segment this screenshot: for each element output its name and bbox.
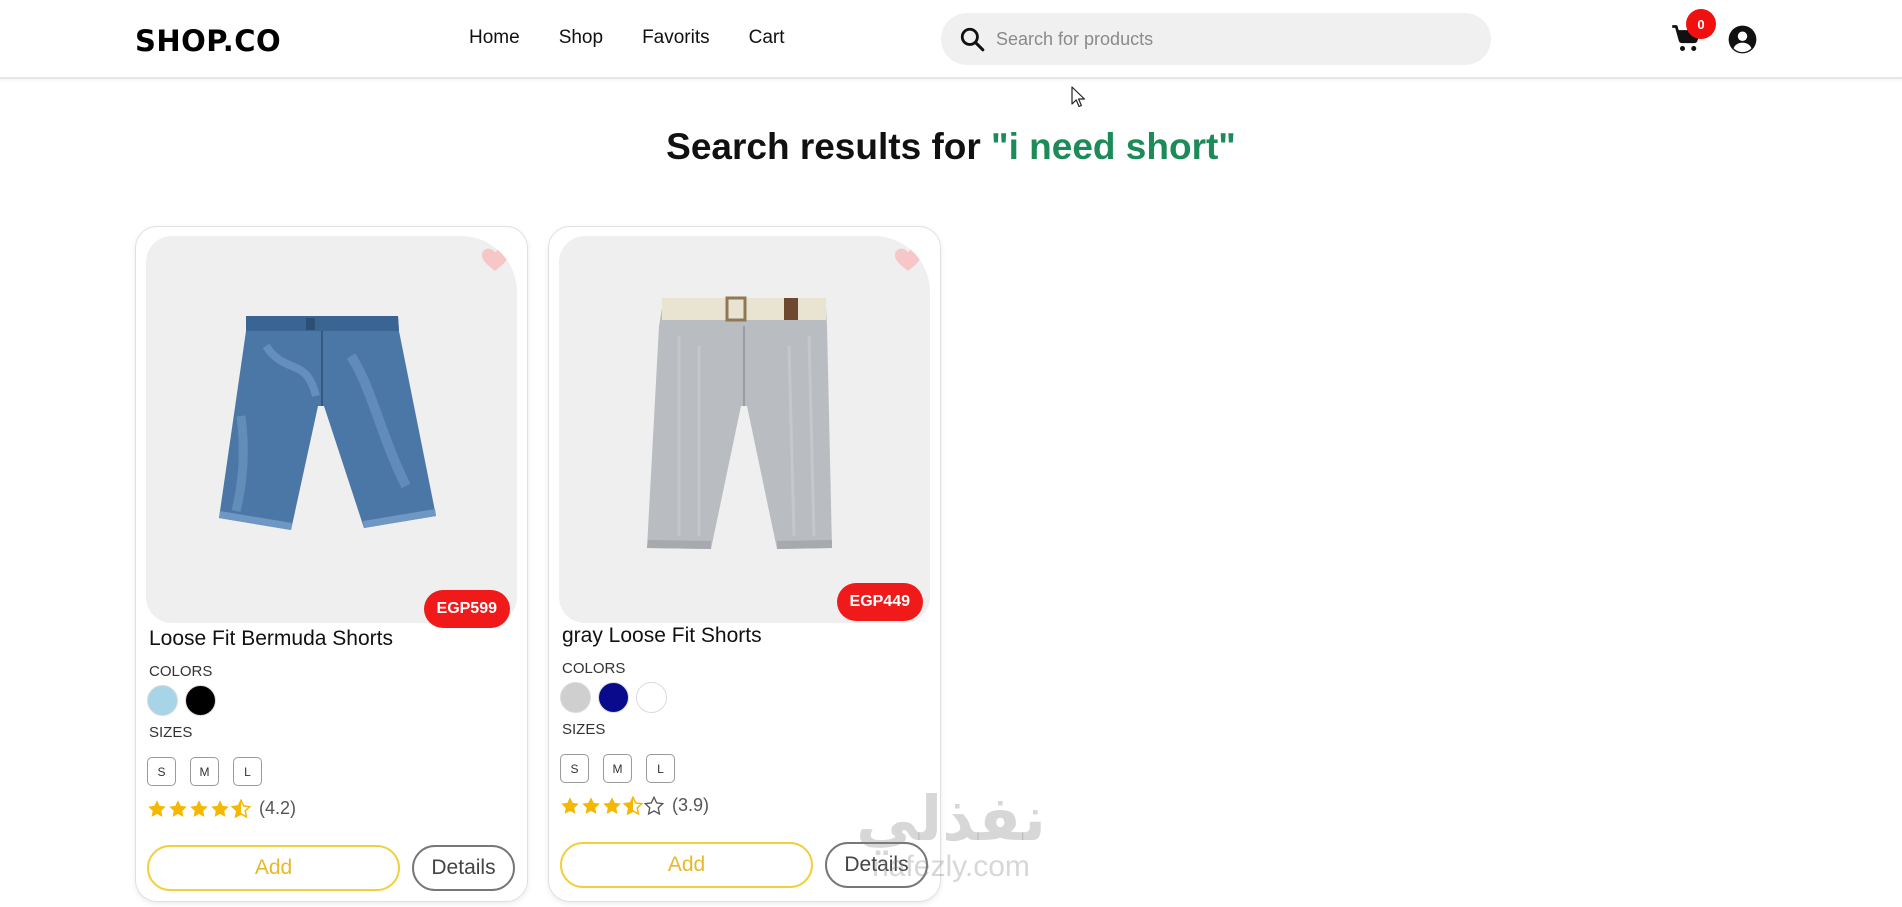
- colors-label: COLORS: [562, 660, 626, 677]
- logo[interactable]: SHOP.CO: [135, 24, 281, 58]
- product-card: EGP599 Loose Fit Bermuda Shorts COLORS S…: [135, 226, 528, 902]
- size-option-l[interactable]: L: [646, 754, 675, 783]
- size-option-l[interactable]: L: [233, 757, 262, 786]
- color-swatch-navy[interactable]: [598, 682, 629, 713]
- main-nav: Home Shop Favorits Cart: [469, 27, 824, 49]
- favorite-heart-icon[interactable]: [895, 248, 921, 272]
- add-to-cart-button[interactable]: Add: [147, 845, 400, 891]
- top-navbar: SHOP.CO Home Shop Favorits Cart 0: [0, 0, 1902, 79]
- product-name[interactable]: gray Loose Fit Shorts: [562, 624, 762, 648]
- add-to-cart-button[interactable]: Add: [560, 842, 813, 888]
- star-full-icon: [561, 796, 579, 814]
- size-options: S M L: [560, 754, 675, 783]
- color-swatch-gray[interactable]: [560, 682, 591, 713]
- price-badge: EGP449: [836, 583, 923, 621]
- details-button[interactable]: Details: [825, 842, 928, 888]
- color-swatches: [560, 682, 667, 713]
- search-results-heading: Search results for "i need short": [0, 126, 1902, 168]
- favorite-heart-icon[interactable]: [482, 248, 508, 272]
- denim-shorts-image: [219, 316, 436, 530]
- rating-value: (3.9): [672, 795, 710, 815]
- star-rating: (3.9): [560, 795, 709, 816]
- color-swatch-white[interactable]: [636, 682, 667, 713]
- results-prefix: Search results for: [666, 126, 992, 167]
- star-full-icon: [148, 799, 166, 817]
- product-name[interactable]: Loose Fit Bermuda Shorts: [149, 627, 393, 651]
- sizes-label: SIZES: [149, 724, 193, 741]
- search-query: "i need short": [991, 126, 1236, 167]
- star-empty-icon: [644, 795, 664, 815]
- nav-link-cart[interactable]: Cart: [749, 27, 785, 49]
- search-bar: [941, 13, 1491, 65]
- sizes-label: SIZES: [562, 721, 606, 738]
- nav-link-home[interactable]: Home: [469, 27, 520, 49]
- size-option-m[interactable]: M: [603, 754, 632, 783]
- search-input[interactable]: [996, 21, 1466, 57]
- star-half-icon: [623, 795, 643, 815]
- color-swatches: [147, 685, 216, 716]
- cart-count-badge: 0: [1686, 9, 1716, 39]
- product-card: EGP449 gray Loose Fit Shorts COLORS SIZE…: [548, 226, 941, 902]
- star-rating: (4.2): [147, 798, 296, 819]
- account-circle-icon[interactable]: [1728, 25, 1757, 54]
- star-full-icon: [603, 796, 621, 814]
- nav-link-shop[interactable]: Shop: [559, 27, 603, 49]
- nav-link-favorites[interactable]: Favorits: [642, 27, 710, 49]
- size-option-s[interactable]: S: [560, 754, 589, 783]
- star-half-icon: [231, 798, 251, 818]
- color-swatch-light-blue[interactable]: [147, 685, 178, 716]
- product-image[interactable]: [559, 236, 930, 623]
- details-button[interactable]: Details: [412, 845, 515, 891]
- size-option-m[interactable]: M: [190, 757, 219, 786]
- size-option-s[interactable]: S: [147, 757, 176, 786]
- price-badge: EGP599: [423, 590, 510, 628]
- mouse-pointer-icon: [1071, 86, 1085, 108]
- product-image[interactable]: [146, 236, 517, 623]
- search-icon[interactable]: [959, 26, 985, 52]
- star-full-icon: [190, 799, 208, 817]
- rating-value: (4.2): [259, 798, 297, 818]
- gray-shorts-image: [647, 296, 832, 549]
- colors-label: COLORS: [149, 663, 213, 680]
- size-options: S M L: [147, 757, 262, 786]
- star-full-icon: [169, 799, 187, 817]
- star-full-icon: [211, 799, 229, 817]
- color-swatch-black[interactable]: [185, 685, 216, 716]
- star-full-icon: [582, 796, 600, 814]
